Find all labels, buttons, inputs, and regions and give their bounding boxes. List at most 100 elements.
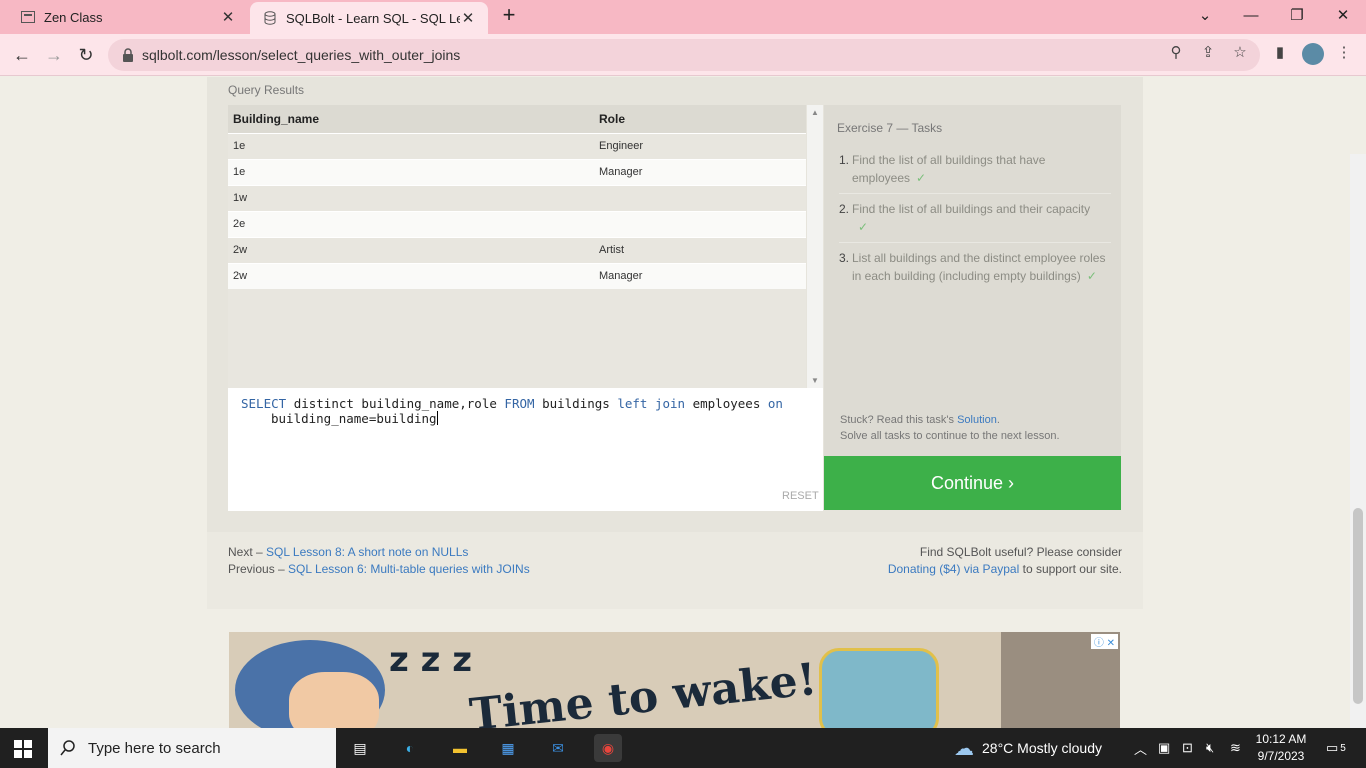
weather-text: 28°C Mostly cloudy — [982, 740, 1102, 756]
sql-keyword: FROM — [504, 396, 535, 411]
stuck-period: . — [996, 414, 1000, 426]
tasks-title: Exercise 7 — Tasks — [837, 121, 943, 135]
advertisement-banner[interactable]: z z z Time to wake! ⓘ ✕ — [229, 632, 1120, 728]
task-description: List all buildings and the distinct empl… — [852, 251, 1106, 283]
show-hidden-icons-icon[interactable]: ︿ — [1134, 728, 1147, 768]
table-row: 2w Artist — [228, 236, 806, 263]
task-view-icon[interactable]: ▤ — [346, 734, 374, 762]
notifications-icon[interactable]: ▭ 5 — [1326, 728, 1346, 768]
page-scrollbar[interactable] — [1350, 154, 1366, 728]
edge-browser-icon[interactable]: ◐ — [396, 734, 424, 762]
table-cell: 1e — [228, 158, 594, 185]
next-lesson-link[interactable]: SQL Lesson 8: A short note on NULLs — [266, 545, 468, 559]
table-row: 1w — [228, 184, 806, 211]
donate-link[interactable]: Donating ($4) via Paypal — [888, 562, 1019, 576]
side-panel-icon[interactable]: ▮ — [1270, 43, 1290, 63]
profile-avatar[interactable] — [1302, 43, 1324, 65]
stuck-hint: Stuck? Read this task's Solution. Solve … — [840, 412, 1060, 444]
donate-suffix: to support our site. — [1022, 562, 1122, 576]
address-bar[interactable]: sqlbolt.com/lesson/select_queries_with_o… — [108, 39, 1260, 71]
task-description: Find the list of all buildings that have… — [852, 153, 1046, 185]
url-text: sqlbolt.com/lesson/select_queries_with_o… — [142, 47, 461, 63]
minimize-icon[interactable]: — — [1228, 0, 1274, 30]
weather-widget[interactable]: ☁ 28°C Mostly cloudy — [954, 728, 1102, 768]
table-row: 2w Manager — [228, 262, 806, 289]
zen-class-favicon-icon — [20, 9, 36, 25]
table-row: 1e Engineer — [228, 132, 806, 159]
text-caret — [436, 411, 438, 425]
ad-zzz-text: z z z — [389, 640, 473, 680]
column-header: Building_name — [228, 105, 594, 133]
reset-button[interactable]: RESET — [782, 490, 819, 502]
microsoft-store-icon[interactable]: ▦ — [494, 734, 522, 762]
database-favicon-icon — [262, 10, 278, 26]
task-item: 2. Find the list of all buildings and the… — [839, 198, 1111, 243]
sql-keyword: SELECT — [241, 396, 287, 411]
table-cell: 2w — [228, 236, 594, 263]
close-tab-icon[interactable]: ✕ — [460, 9, 476, 27]
sql-text: employees — [692, 396, 761, 411]
tab-search-chevron-icon[interactable]: ⌄ — [1182, 0, 1228, 30]
share-icon[interactable]: ⇪ — [1198, 43, 1218, 63]
tab-zen-class[interactable]: Zen Class ✕ — [8, 0, 248, 34]
file-explorer-icon[interactable]: ▬ — [446, 734, 474, 762]
donate-text: Find SQLBolt useful? Please consider — [919, 545, 1122, 559]
clock-date: 9/7/2023 — [1257, 749, 1305, 763]
donate-note: Find SQLBolt useful? Please consider Don… — [888, 544, 1122, 578]
tab-title: SQLBolt - Learn SQL - SQL Lesson — [286, 10, 460, 26]
stuck-text: Stuck? Read this task's — [840, 414, 954, 426]
results-scrollbar[interactable]: ▲ ▼ — [807, 105, 823, 388]
close-tab-icon[interactable]: ✕ — [220, 8, 236, 26]
task-number: 2. — [839, 202, 850, 216]
table-cell: Engineer — [594, 132, 806, 159]
tab-sqlbolt[interactable]: SQLBolt - Learn SQL - SQL Lesson ✕ — [250, 2, 488, 34]
previous-lesson-link[interactable]: SQL Lesson 6: Multi-table queries with J… — [288, 562, 530, 576]
more-menu-icon[interactable]: ⋮ — [1334, 43, 1354, 63]
lesson-navigation: Next – SQL Lesson 8: A short note on NUL… — [228, 544, 530, 578]
forward-arrow-icon[interactable]: → — [42, 43, 66, 67]
table-cell: 1e — [228, 132, 594, 159]
task-number: 3. — [839, 251, 850, 265]
back-arrow-icon[interactable]: ← — [10, 43, 34, 67]
new-tab-icon[interactable]: + — [498, 4, 520, 27]
scroll-up-icon[interactable]: ▲ — [811, 108, 819, 117]
continue-button[interactable]: Continue › — [824, 456, 1121, 510]
mail-icon[interactable]: ✉ — [544, 734, 572, 762]
taskbar-search-box[interactable]: Type here to search — [48, 728, 336, 768]
table-cell: Artist — [594, 236, 806, 263]
browser-toolbar: ← → ↻ sqlbolt.com/lesson/select_queries_… — [0, 34, 1366, 76]
table-cell: 2e — [228, 210, 594, 237]
zoom-icon[interactable]: ⚲ — [1166, 43, 1186, 63]
sql-text: building_name=building — [271, 411, 437, 426]
solution-link[interactable]: Solution — [957, 414, 997, 426]
network-icon[interactable]: ⊡ — [1182, 728, 1193, 768]
system-clock[interactable]: 10:12 AM 9/7/2023 — [1250, 731, 1312, 765]
sql-line-1: SELECT distinct building_name,role FROM … — [241, 396, 823, 411]
checkmark-icon: ✓ — [858, 220, 869, 234]
sql-keyword: left — [617, 396, 648, 411]
sql-text: distinct building_name,role — [293, 396, 497, 411]
query-results-table: Building_name Role 1e Engineer 1e Manager … — [228, 105, 806, 388]
lock-icon — [122, 48, 134, 62]
table-row: 1e Manager — [228, 158, 806, 185]
table-cell — [594, 210, 806, 237]
ad-headline: Time to wake! — [467, 653, 820, 728]
close-window-icon[interactable]: ✕ — [1320, 0, 1366, 30]
chrome-icon[interactable]: ◉ — [594, 734, 622, 762]
restore-icon[interactable]: ❐ — [1274, 0, 1320, 30]
scrollbar-thumb[interactable] — [1353, 508, 1363, 704]
notification-count: 5 — [1340, 742, 1346, 754]
wifi-icon[interactable]: ≋ — [1230, 728, 1241, 768]
tasks-panel: Exercise 7 — Tasks 1. Find the list of al… — [824, 105, 1121, 456]
tab-strip: Zen Class ✕ SQLBolt - Learn SQL - SQL Le… — [0, 0, 1366, 34]
scroll-down-icon[interactable]: ▼ — [811, 376, 819, 385]
reload-icon[interactable]: ↻ — [74, 43, 98, 67]
task-text: Find the list of all buildings that have… — [852, 151, 1111, 187]
meet-now-icon[interactable]: ▣ — [1158, 728, 1170, 768]
windows-taskbar: Type here to search ▤ ◐ ▬ ▦ ✉ ◉ ☁ 28°C M… — [0, 728, 1366, 768]
bookmark-star-icon[interactable]: ☆ — [1230, 43, 1250, 63]
windows-start-icon[interactable] — [14, 740, 32, 758]
ad-info-close-icon[interactable]: ⓘ ✕ — [1090, 634, 1118, 649]
sql-editor[interactable]: SELECT distinct building_name,role FROM … — [228, 388, 823, 511]
speaker-muted-icon[interactable]: 🔇︎ — [1206, 728, 1214, 768]
